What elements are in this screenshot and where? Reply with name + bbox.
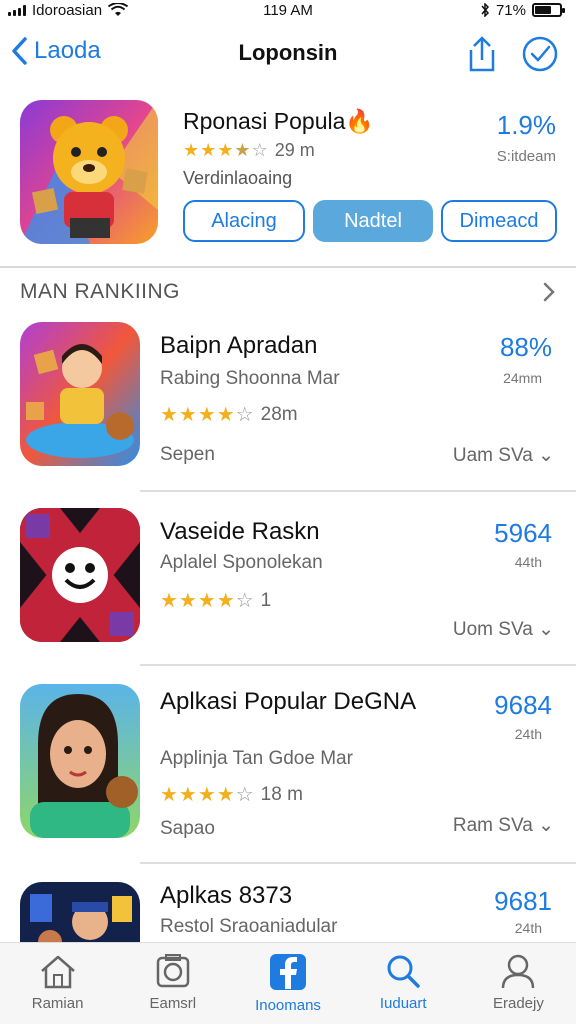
- share-icon: [469, 36, 495, 72]
- app-icon[interactable]: [20, 322, 140, 466]
- app-developer: Applinja Tan Gdoe Mar: [160, 748, 353, 769]
- app-developer: Aplalel Sponolekan: [160, 552, 323, 573]
- search-icon: [387, 955, 420, 988]
- profile-icon: [502, 954, 535, 989]
- nav-actions: [462, 34, 560, 74]
- tab-label: Eamsrl: [149, 995, 197, 1012]
- app-rating: ★★★★☆ 1: [160, 588, 271, 613]
- featured-button-1[interactable]: Alacing: [183, 200, 305, 242]
- tab-search[interactable]: Iuduart: [346, 943, 461, 1024]
- featured-rating-count: 29 m: [274, 140, 315, 160]
- nav-bar: Laoda Loponsin: [0, 22, 576, 84]
- list-item[interactable]: Aplkas 8373 Restol Sraoaniadular 9681 24…: [0, 882, 576, 942]
- featured-percent: 1.9%: [496, 110, 556, 140]
- tab-profile[interactable]: Eradejy: [461, 943, 576, 1024]
- app-size: 24mm: [503, 370, 542, 386]
- app-icon[interactable]: [20, 508, 140, 642]
- chevron-down-icon: ⌄: [538, 619, 554, 640]
- share-button[interactable]: [462, 34, 502, 74]
- facebook-icon: [270, 954, 306, 990]
- status-time: 119 AM: [263, 1, 313, 19]
- app-price-button[interactable]: Uom SVa ⌄: [453, 618, 554, 641]
- app-rating: ★★★★☆ 18 m: [160, 782, 303, 807]
- tab-camera[interactable]: Eamsrl: [115, 943, 230, 1024]
- featured-app[interactable]: Rponasi Popula🔥 ★★★★☆ 29 m Verdinlaoaing…: [0, 98, 576, 258]
- list-item[interactable]: Baipn Apradan Rabing Shoonna Mar ★★★★☆ 2…: [0, 322, 576, 492]
- divider: [0, 266, 576, 268]
- app-percent: 88%: [499, 332, 552, 362]
- chevron-right-icon[interactable]: [542, 281, 556, 303]
- app-name: Aplkas 8373: [160, 882, 293, 909]
- home-icon: [40, 955, 75, 989]
- app-icon[interactable]: [20, 684, 140, 838]
- featured-app-name: Rponasi Popula🔥: [183, 108, 374, 135]
- battery-icon: [532, 3, 565, 17]
- app-percent: 5964: [494, 518, 552, 548]
- app-price: Ram SVa: [452, 815, 533, 836]
- app-rating-count: 18 m: [260, 783, 303, 805]
- check-circle-icon: [522, 36, 558, 72]
- featured-meta: S:itdeam: [496, 148, 556, 165]
- section-title: MAN RANKIING: [20, 280, 181, 303]
- app-price-button[interactable]: Uam SVa ⌄: [453, 444, 554, 467]
- divider: [140, 490, 576, 492]
- app-rating-count: 1: [260, 589, 272, 611]
- app-size: 24th: [514, 920, 542, 936]
- featured-buttons: Alacing Nadtel Dimeacd: [183, 200, 557, 242]
- battery-level: [535, 6, 551, 14]
- section-header[interactable]: MAN RANKIING: [20, 280, 556, 304]
- app-name: Vaseide Raskn: [160, 518, 320, 545]
- divider: [140, 664, 576, 666]
- app-rating: ★★★★☆ 28m: [160, 402, 298, 427]
- star-rating-icon: ★★★★☆: [160, 784, 255, 806]
- app-name: Baipn Apradan: [160, 332, 318, 359]
- tab-label: Inoomans: [255, 997, 321, 1014]
- app-percent: 9684: [494, 690, 552, 720]
- app-developer: Restol Sraoaniadular: [160, 916, 338, 937]
- app-size: 44th: [514, 554, 542, 570]
- star-rating-icon: ★★★★☆: [183, 140, 269, 160]
- featured-name-text: Rponasi Popula: [183, 108, 346, 134]
- app-percent: 9681: [494, 886, 552, 916]
- tab-label: Eradejy: [492, 995, 544, 1012]
- app-size: 24th: [514, 726, 542, 742]
- featured-rating: ★★★★☆ 29 m: [183, 140, 315, 161]
- app-tag: Sapao: [160, 818, 215, 839]
- app-rating-count: 28m: [260, 403, 298, 425]
- list-item[interactable]: Aplkasi Popular DeGNA Applinja Tan Gdoe …: [0, 684, 576, 854]
- chevron-down-icon: ⌄: [538, 445, 554, 466]
- divider: [140, 862, 576, 864]
- tab-label: Iuduart: [379, 995, 427, 1012]
- app-tag: Sepen: [160, 444, 215, 465]
- app-icon[interactable]: [20, 882, 140, 942]
- featured-subtitle: Verdinlaoaing: [183, 168, 293, 188]
- featured-app-icon[interactable]: [20, 100, 158, 244]
- tab-label: Ramian: [31, 995, 84, 1012]
- app-price: Uom SVa: [452, 619, 533, 640]
- chevron-down-icon: ⌄: [538, 815, 554, 836]
- tab-home[interactable]: Ramian: [0, 943, 115, 1024]
- app-price-button[interactable]: Ram SVa ⌄: [453, 814, 554, 837]
- star-rating-icon: ★★★★☆: [160, 404, 255, 426]
- flame-icon: 🔥: [345, 108, 375, 134]
- app-name: Aplkasi Popular DeGNA: [160, 688, 417, 715]
- tab-inoomans[interactable]: Inoomans: [230, 943, 345, 1024]
- app-developer: Rabing Shoonna Mar: [160, 368, 340, 389]
- camera-icon: [156, 954, 190, 988]
- app-price: Uam SVa: [452, 445, 533, 466]
- featured-button-3[interactable]: Dimeacd: [441, 200, 557, 242]
- star-rating-icon: ★★★★☆: [160, 590, 255, 612]
- list-item[interactable]: Vaseide Raskn Aplalel Sponolekan ★★★★☆ 1…: [0, 508, 576, 658]
- status-bar: Idoroasian 119 AM 71%: [0, 0, 576, 20]
- tab-bar: Ramian Eamsrl Inoomans Iuduart Eradejy: [0, 942, 576, 1024]
- done-button[interactable]: [520, 34, 560, 74]
- featured-button-2[interactable]: Nadtel: [313, 200, 433, 242]
